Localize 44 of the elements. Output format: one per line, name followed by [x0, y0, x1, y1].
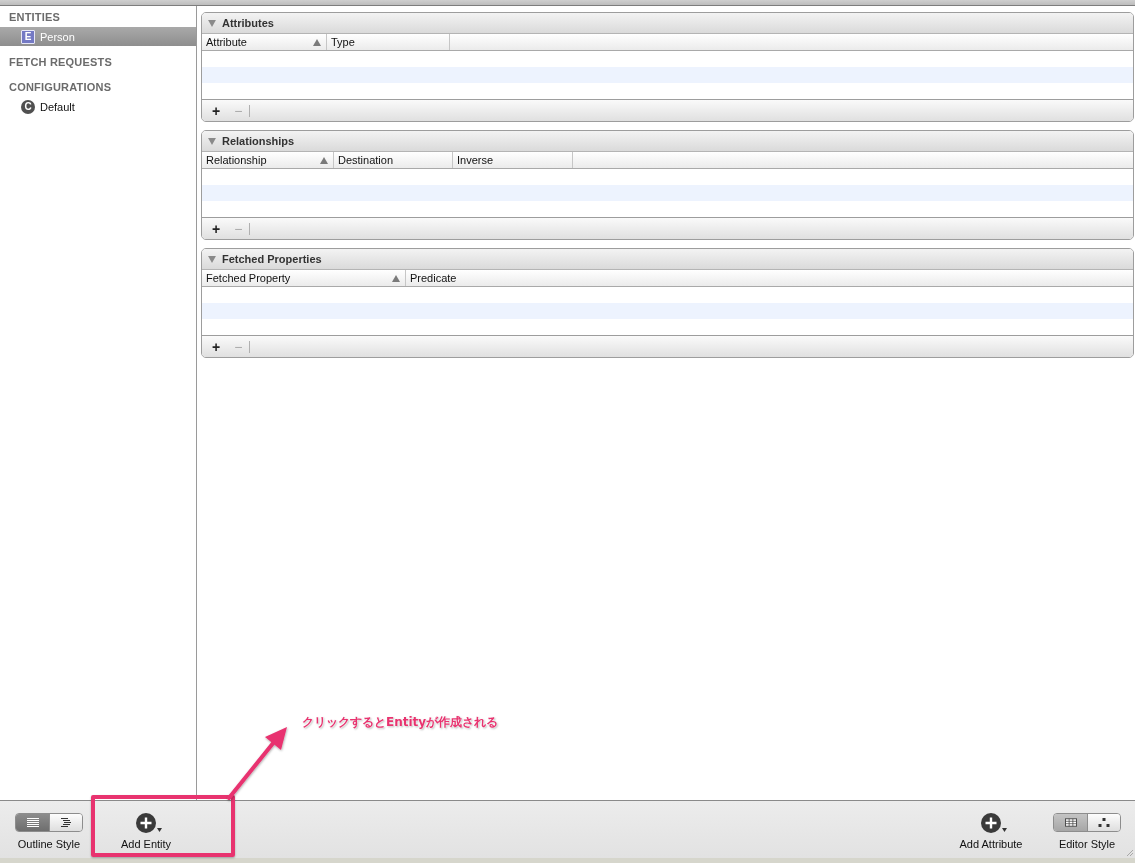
list-icon — [26, 818, 39, 827]
sidebar-item[interactable]: E Person — [0, 27, 196, 46]
toolbar-label: Editor Style — [1058, 838, 1116, 850]
section-heading: FETCH REQUESTS — [8, 55, 114, 70]
section-heading: ENTITIES — [8, 10, 62, 25]
segment-button[interactable] — [1054, 814, 1087, 831]
add-icon — [981, 813, 1001, 833]
toolbar-label: Outline Style — [17, 838, 81, 850]
column-header[interactable]: Destination — [334, 152, 453, 168]
segment-button[interactable] — [1087, 814, 1120, 831]
disclosure-triangle-icon[interactable] — [208, 137, 216, 145]
sidebar-item[interactable]: C Default — [0, 97, 196, 116]
segmented-control[interactable] — [15, 813, 83, 832]
caret-icon — [157, 828, 162, 832]
indented-list-icon — [60, 818, 72, 827]
diagram-icon — [1098, 818, 1110, 827]
column-header[interactable]: Relationship — [202, 152, 334, 168]
toolbar-button[interactable]: Add Attribute — [945, 813, 1037, 858]
column-header[interactable]: Inverse — [453, 152, 573, 168]
configuration-badge: C — [21, 99, 35, 114]
toolbar-button[interactable]: Add Entity — [106, 813, 186, 858]
add-button[interactable]: + — [208, 103, 225, 118]
disclosure-triangle-icon[interactable] — [208, 19, 216, 27]
table-icon — [1064, 818, 1077, 827]
caret-icon — [1002, 828, 1007, 832]
item-label: Default — [40, 100, 75, 113]
panel-title: Relationships — [222, 135, 295, 147]
add-button[interactable]: + — [208, 339, 225, 354]
add-button[interactable]: + — [208, 221, 225, 236]
section-heading: CONFIGURATIONS — [8, 80, 113, 95]
panel-title: Attributes — [222, 17, 274, 29]
annotation-text: クリックするとEntityが作成される — [302, 714, 499, 731]
column-header[interactable]: Type — [327, 34, 450, 50]
disclosure-triangle-icon[interactable] — [208, 255, 216, 263]
panel-title: Fetched Properties — [222, 253, 322, 265]
column-header[interactable]: Fetched Property — [202, 270, 406, 286]
column-header[interactable]: Predicate — [406, 270, 1133, 286]
entity-badge: E — [21, 29, 35, 44]
column-header[interactable]: Attribute — [202, 34, 327, 50]
resize-grip-icon[interactable] — [1126, 849, 1133, 856]
segmented-control[interactable] — [1053, 813, 1121, 832]
segment-button[interactable] — [49, 814, 82, 831]
item-label: Person — [40, 30, 75, 43]
add-icon — [136, 813, 156, 833]
